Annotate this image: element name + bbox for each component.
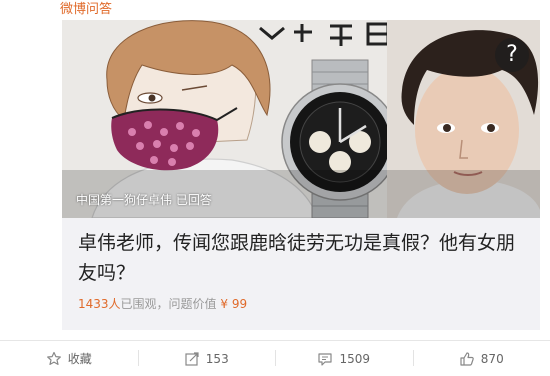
watchers-suffix: 已围观，问题价值 bbox=[121, 297, 217, 311]
share-icon bbox=[184, 351, 200, 367]
share-button[interactable]: 153 bbox=[138, 341, 276, 376]
question-price: ¥ 99 bbox=[220, 297, 247, 311]
card-image[interactable]: 中国第一狗仔卓伟 已回答 ? bbox=[62, 20, 540, 218]
question-meta: 1433人已围观，问题价值 ¥ 99 bbox=[78, 296, 247, 312]
like-button[interactable]: 870 bbox=[413, 341, 550, 376]
watchers-count: 1433人 bbox=[78, 297, 121, 311]
thumbs-up-icon bbox=[459, 351, 475, 367]
question-mark-icon[interactable]: ? bbox=[495, 38, 529, 72]
star-icon bbox=[46, 351, 62, 367]
qa-card[interactable]: 中国第一狗仔卓伟 已回答 ? 卓伟老师，传闻您跟鹿晗徒劳无功是真假？他有女朋友吗… bbox=[62, 20, 540, 330]
answered-caption: 中国第一狗仔卓伟 已回答 bbox=[76, 192, 212, 208]
action-bar: 收藏 153 1509 870 bbox=[0, 340, 550, 376]
comment-button[interactable]: 1509 bbox=[275, 341, 413, 376]
comment-count: 1509 bbox=[339, 352, 370, 366]
question-title[interactable]: 卓伟老师，传闻您跟鹿晗徒劳无功是真假？他有女朋友吗？ bbox=[78, 228, 526, 288]
illustration bbox=[62, 20, 540, 218]
comment-icon bbox=[317, 351, 333, 367]
source-label[interactable]: 微博问答 bbox=[60, 0, 112, 20]
share-count: 153 bbox=[206, 352, 229, 366]
favorite-button[interactable]: 收藏 bbox=[0, 341, 138, 376]
like-count: 870 bbox=[481, 352, 504, 366]
favorite-label: 收藏 bbox=[68, 350, 92, 367]
